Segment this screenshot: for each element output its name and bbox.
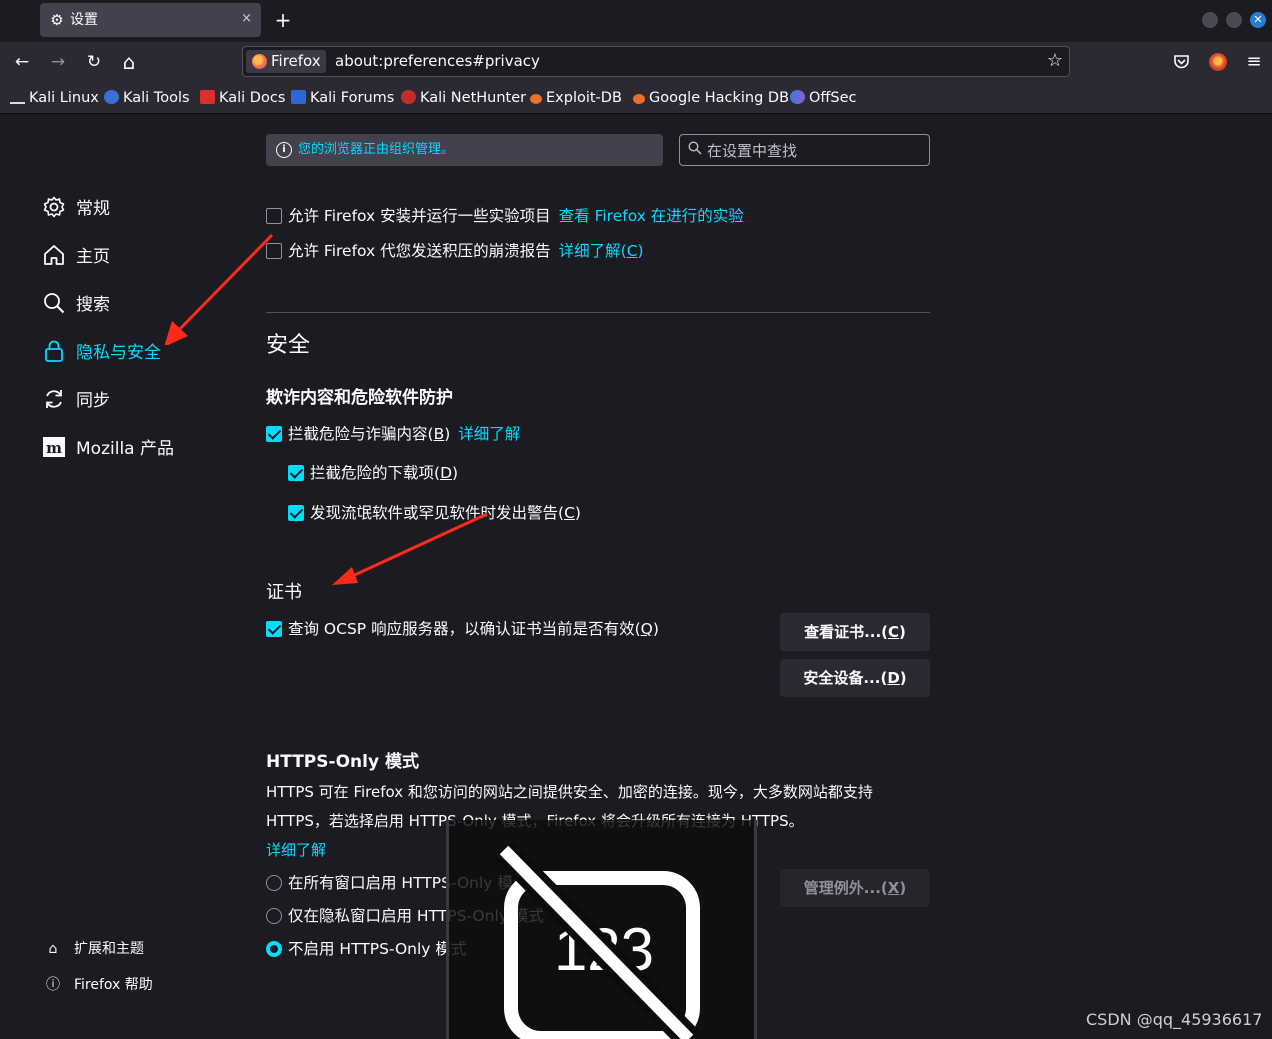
home-icon <box>44 245 64 265</box>
offsec-icon <box>790 90 805 104</box>
annotation-arrow-icon <box>164 233 274 345</box>
kali-docs-icon <box>200 90 215 104</box>
phishing-heading: 欺诈内容和危险软件防护 <box>266 388 453 408</box>
search-placeholder: 在设置中查找 <box>707 142 798 160</box>
section-divider <box>266 312 930 313</box>
bookmark-google-hacking-db[interactable]: Google Hacking DB <box>633 88 789 108</box>
watermark: CSDN @qq_45936617 <box>1086 1010 1263 1029</box>
maximize-button[interactable] <box>1226 12 1242 28</box>
studies-checkbox-row[interactable]: 允许 Firefox 安装并运行一些实验项目 查看 Firefox 在进行的实验 <box>266 204 744 228</box>
mozilla-icon: m <box>43 437 65 457</box>
manage-exceptions-button[interactable]: 管理例外...(X) <box>780 869 930 907</box>
keyboard-disabled-overlay: 123 <box>446 820 757 1039</box>
bookmark-kali-tools[interactable]: Kali Tools <box>104 88 190 108</box>
block-dangerous-checkbox[interactable] <box>266 426 282 442</box>
security-devices-button[interactable]: 安全设备...(D) <box>780 659 930 697</box>
bookmark-kali-linux[interactable]: Kali Linux <box>10 88 99 108</box>
block-downloads-checkbox[interactable] <box>288 465 304 481</box>
warn-unwanted-checkbox[interactable] <box>288 505 304 521</box>
block-downloads-label: 拦截危险的下载项(D) <box>310 464 459 482</box>
search-icon <box>688 141 702 155</box>
bookmarks-toolbar: Kali Linux Kali Tools Kali Docs Kali For… <box>0 82 1272 114</box>
window-close-button[interactable]: ✕ <box>1250 12 1266 28</box>
gear-icon <box>43 196 65 218</box>
url-bar[interactable]: Firefox about:preferences#privacy ☆ <box>242 46 1070 77</box>
https-only-disabled-option[interactable]: 不启用 HTTPS-Only 模式 <box>266 937 466 961</box>
sync-icon <box>46 390 62 408</box>
https-only-all-windows-radio[interactable] <box>266 875 282 891</box>
minimize-button[interactable] <box>1202 12 1218 28</box>
category-home[interactable]: 主页 <box>42 243 110 271</box>
bookmark-exploit-db[interactable]: Exploit-DB <box>530 88 622 108</box>
policy-notice[interactable]: i 您的浏览器正由组织管理。 <box>266 134 663 166</box>
firefox-logo-icon <box>252 54 267 69</box>
keyboard-disabled-icon: 123 <box>494 840 700 1039</box>
url-text[interactable]: about:preferences#privacy <box>335 52 540 71</box>
certificates-heading: 证书 <box>266 582 302 603</box>
home-button[interactable]: ⌂ <box>117 50 141 74</box>
kali-forums-icon <box>291 90 306 104</box>
https-only-heading: HTTPS-Only 模式 <box>266 752 419 772</box>
search-icon <box>44 293 65 314</box>
block-dangerous-label: 拦截危险与诈骗内容(B) <box>288 425 451 443</box>
new-tab-button[interactable]: + <box>272 8 294 32</box>
tab-settings[interactable]: ⚙ 设置 × <box>40 3 261 37</box>
crash-reports-learn-more-link[interactable]: 详细了解(C) <box>559 242 644 260</box>
tab-title: 设置 <box>70 12 98 28</box>
block-downloads-row[interactable]: 拦截危险的下载项(D) <box>288 461 458 485</box>
svg-text:m: m <box>46 439 62 457</box>
bookmark-kali-nethunter[interactable]: Kali NetHunter <box>401 88 526 108</box>
identity-box[interactable]: Firefox <box>246 50 326 73</box>
info-icon: i <box>276 142 292 158</box>
help-icon: ⓘ <box>46 977 60 993</box>
https-only-disabled-radio[interactable] <box>266 941 282 957</box>
back-button[interactable]: ← <box>10 50 34 74</box>
extension-icon[interactable] <box>1209 53 1227 71</box>
category-search[interactable]: 搜索 <box>42 291 110 319</box>
ocsp-row[interactable]: 查询 OCSP 响应服务器，以确认证书当前是否有效(Q) <box>266 617 659 641</box>
ocsp-checkbox[interactable] <box>266 621 282 637</box>
bookmark-offsec[interactable]: OffSec <box>790 88 857 108</box>
reload-button[interactable]: ↻ <box>82 50 106 74</box>
category-sync[interactable]: 同步 <box>42 387 110 415</box>
tab-close-icon[interactable]: × <box>241 10 252 28</box>
crash-reports-checkbox-row[interactable]: 允许 Firefox 代您发送积压的崩溃报告 详细了解(C) <box>266 239 644 263</box>
pocket-icon[interactable] <box>1173 54 1190 70</box>
nethunter-icon <box>401 90 416 104</box>
ghdb-icon <box>633 94 645 104</box>
annotation-arrow-icon <box>332 512 488 585</box>
lock-icon <box>45 340 63 362</box>
category-general[interactable]: 常规 <box>42 195 110 223</box>
forward-button[interactable]: → <box>46 50 70 74</box>
tab-strip: ⚙ 设置 × + ✕ <box>0 0 1272 42</box>
puzzle-icon: ⌂ <box>48 941 58 957</box>
footer-addons[interactable]: ⌂ 扩展和主题 <box>44 939 144 959</box>
bookmark-star-icon[interactable]: ☆ <box>1047 50 1063 72</box>
policy-notice-text: 您的浏览器正由组织管理。 <box>298 142 455 157</box>
ocsp-label: 查询 OCSP 响应服务器，以确认证书当前是否有效(Q) <box>288 620 659 638</box>
gear-icon: ⚙ <box>50 11 64 29</box>
https-only-learn-more-link[interactable]: 详细了解 <box>266 839 326 861</box>
https-only-private-windows-radio[interactable] <box>266 908 282 924</box>
bookmark-kali-docs[interactable]: Kali Docs <box>200 88 285 108</box>
studies-link[interactable]: 查看 Firefox 在进行的实验 <box>559 207 744 225</box>
category-mozilla-products[interactable]: m Mozilla 产品 <box>42 435 174 463</box>
bookmark-kali-forums[interactable]: Kali Forums <box>291 88 394 108</box>
view-certificates-button[interactable]: 查看证书...(C) <box>780 613 930 651</box>
identity-label: Firefox <box>271 52 321 70</box>
block-dangerous-learn-more-link[interactable]: 详细了解 <box>458 425 520 443</box>
studies-checkbox[interactable] <box>266 208 282 224</box>
navigation-toolbar: ← → ↻ ⌂ Firefox about:preferences#privac… <box>0 42 1272 82</box>
preferences-content: 常规 主页 搜索 隐私与安全 同步 m Mozilla 产品 ⌂ 扩展和主题 ⓘ Fi… <box>0 115 1272 1039</box>
kali-tools-icon <box>104 90 119 104</box>
block-dangerous-row[interactable]: 拦截危险与诈骗内容(B) 详细了解 <box>266 422 520 446</box>
footer-help[interactable]: ⓘ Firefox 帮助 <box>44 975 153 995</box>
menu-icon[interactable]: ≡ <box>1245 50 1263 74</box>
category-privacy[interactable]: 隐私与安全 <box>42 339 161 367</box>
kali-dragon-icon <box>10 90 25 104</box>
search-input[interactable]: 在设置中查找 <box>679 134 930 166</box>
exploitdb-icon <box>530 94 542 104</box>
